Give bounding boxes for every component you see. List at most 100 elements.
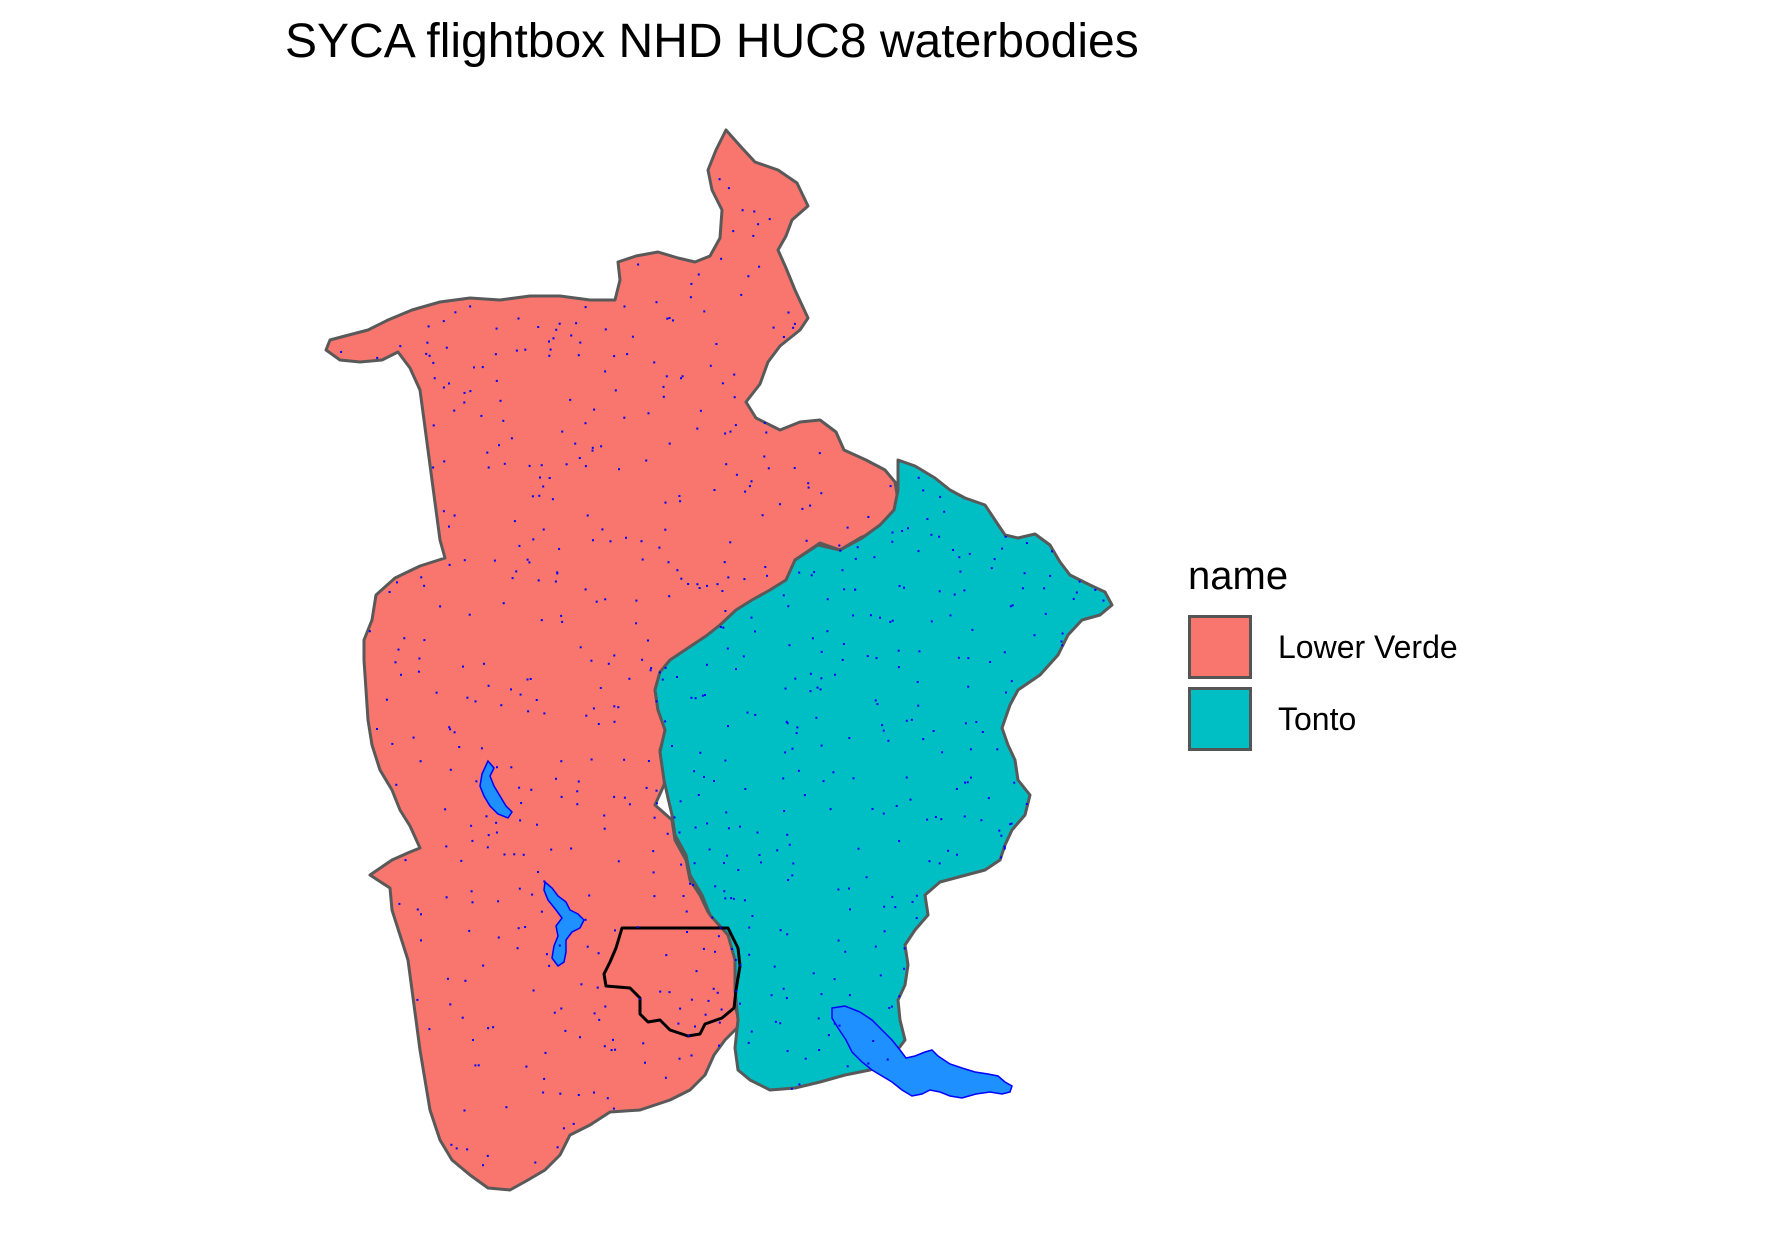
small-waterbody-dot (522, 853, 525, 856)
small-waterbody-dot (428, 354, 431, 357)
small-waterbody-dot (511, 577, 514, 580)
small-waterbody-dot (730, 948, 733, 950)
small-waterbody-dot (480, 747, 483, 750)
small-waterbody-dot (470, 824, 473, 827)
small-waterbody-dot (803, 794, 806, 797)
small-waterbody-dot (792, 326, 795, 329)
small-waterbody-dot (570, 334, 573, 337)
small-waterbody-dot (596, 986, 599, 989)
small-waterbody-dot (704, 1013, 707, 1016)
small-waterbody-dot (782, 336, 785, 338)
small-waterbody-dot (967, 685, 970, 688)
small-waterbody-dot (740, 293, 743, 296)
small-waterbody-dot (645, 786, 648, 789)
small-waterbody-dot (585, 714, 588, 717)
small-waterbody-dot (742, 655, 745, 658)
small-waterbody-dot (827, 1034, 830, 1037)
small-waterbody-dot (1021, 587, 1024, 590)
small-waterbody-dot (774, 1020, 777, 1023)
small-waterbody-dot (473, 366, 475, 369)
small-waterbody-dot (527, 710, 530, 713)
small-waterbody-dot (642, 1042, 645, 1045)
small-waterbody-dot (726, 647, 729, 650)
small-waterbody-dot (715, 343, 718, 345)
small-waterbody-dot (535, 699, 538, 701)
small-waterbody-dot (776, 849, 779, 852)
small-waterbody-dot (385, 698, 388, 701)
small-waterbody-dot (875, 657, 878, 660)
small-waterbody-dot (428, 1028, 431, 1031)
small-waterbody-dot (502, 602, 505, 605)
small-waterbody-dot (577, 354, 580, 357)
small-waterbody-dot (593, 1012, 596, 1015)
small-waterbody-dot (852, 614, 855, 617)
small-waterbody-dot (768, 218, 771, 221)
small-waterbody-dot (368, 630, 371, 633)
small-waterbody-dot (561, 430, 564, 433)
small-waterbody-dot (820, 744, 823, 747)
small-waterbody-dot (603, 814, 606, 817)
small-waterbody-dot (542, 528, 545, 531)
small-waterbody-dot (1000, 834, 1003, 837)
small-waterbody-dot (497, 900, 500, 903)
small-waterbody-dot (922, 489, 925, 492)
small-waterbody-dot (783, 810, 786, 812)
small-waterbody-dot (515, 570, 518, 573)
small-waterbody-dot (938, 590, 941, 593)
small-waterbody-dot (957, 656, 960, 659)
small-waterbody-dot (750, 1030, 753, 1033)
small-waterbody-dot (734, 958, 737, 961)
small-waterbody-dot (818, 1049, 821, 1051)
small-waterbody-dot (733, 396, 736, 399)
small-waterbody-dot (998, 829, 1001, 832)
small-waterbody-dot (711, 916, 714, 919)
small-waterbody-dot (486, 451, 489, 454)
small-waterbody-dot (592, 539, 594, 542)
small-waterbody-dot (680, 863, 683, 866)
small-waterbody-dot (898, 585, 901, 587)
small-waterbody-dot (558, 548, 561, 550)
small-waterbody-dot (787, 605, 790, 608)
small-waterbody-dot (453, 409, 456, 412)
small-waterbody-dot (809, 690, 812, 693)
small-waterbody-dot (1011, 604, 1014, 607)
small-waterbody-dot (492, 1026, 495, 1029)
small-waterbody-dot (818, 452, 821, 455)
small-waterbody-dot (786, 933, 789, 936)
small-waterbody-dot (537, 326, 540, 328)
small-waterbody-dot (647, 639, 649, 642)
small-waterbody-dot (967, 657, 970, 660)
small-waterbody-dot (548, 340, 550, 343)
small-waterbody-dot (887, 739, 890, 742)
small-waterbody-dot (664, 1076, 667, 1079)
small-waterbody-dot (696, 427, 699, 430)
small-waterbody-dot (678, 495, 681, 497)
small-waterbody-dot (628, 803, 631, 806)
small-waterbody-dot (445, 845, 448, 848)
small-waterbody-dot (897, 666, 900, 669)
small-waterbody-dot (686, 931, 688, 933)
small-waterbody-dot (574, 442, 577, 445)
small-waterbody-dot (746, 711, 749, 714)
small-waterbody-dot (679, 500, 682, 503)
small-waterbody-dot (727, 187, 730, 190)
small-waterbody-dot (1009, 823, 1012, 826)
small-waterbody-dot (697, 273, 700, 276)
small-waterbody-dot (418, 657, 421, 660)
small-waterbody-dot (934, 816, 937, 818)
small-waterbody-dot (598, 1018, 601, 1021)
small-waterbody-dot (883, 905, 886, 908)
small-waterbody-dot (635, 599, 638, 602)
small-waterbody-dot (694, 697, 697, 700)
small-waterbody-dot (1010, 680, 1013, 683)
small-waterbody-dot (540, 619, 543, 622)
small-waterbody-dot (826, 630, 829, 633)
small-waterbody-dot (485, 815, 488, 818)
small-waterbody-dot (852, 777, 855, 780)
small-waterbody-dot (687, 583, 690, 585)
small-waterbody-dot (461, 1016, 464, 1019)
small-waterbody-dot (537, 579, 540, 582)
small-waterbody-dot (645, 459, 648, 462)
small-waterbody-dot (737, 869, 740, 871)
small-waterbody-dot (805, 539, 808, 542)
